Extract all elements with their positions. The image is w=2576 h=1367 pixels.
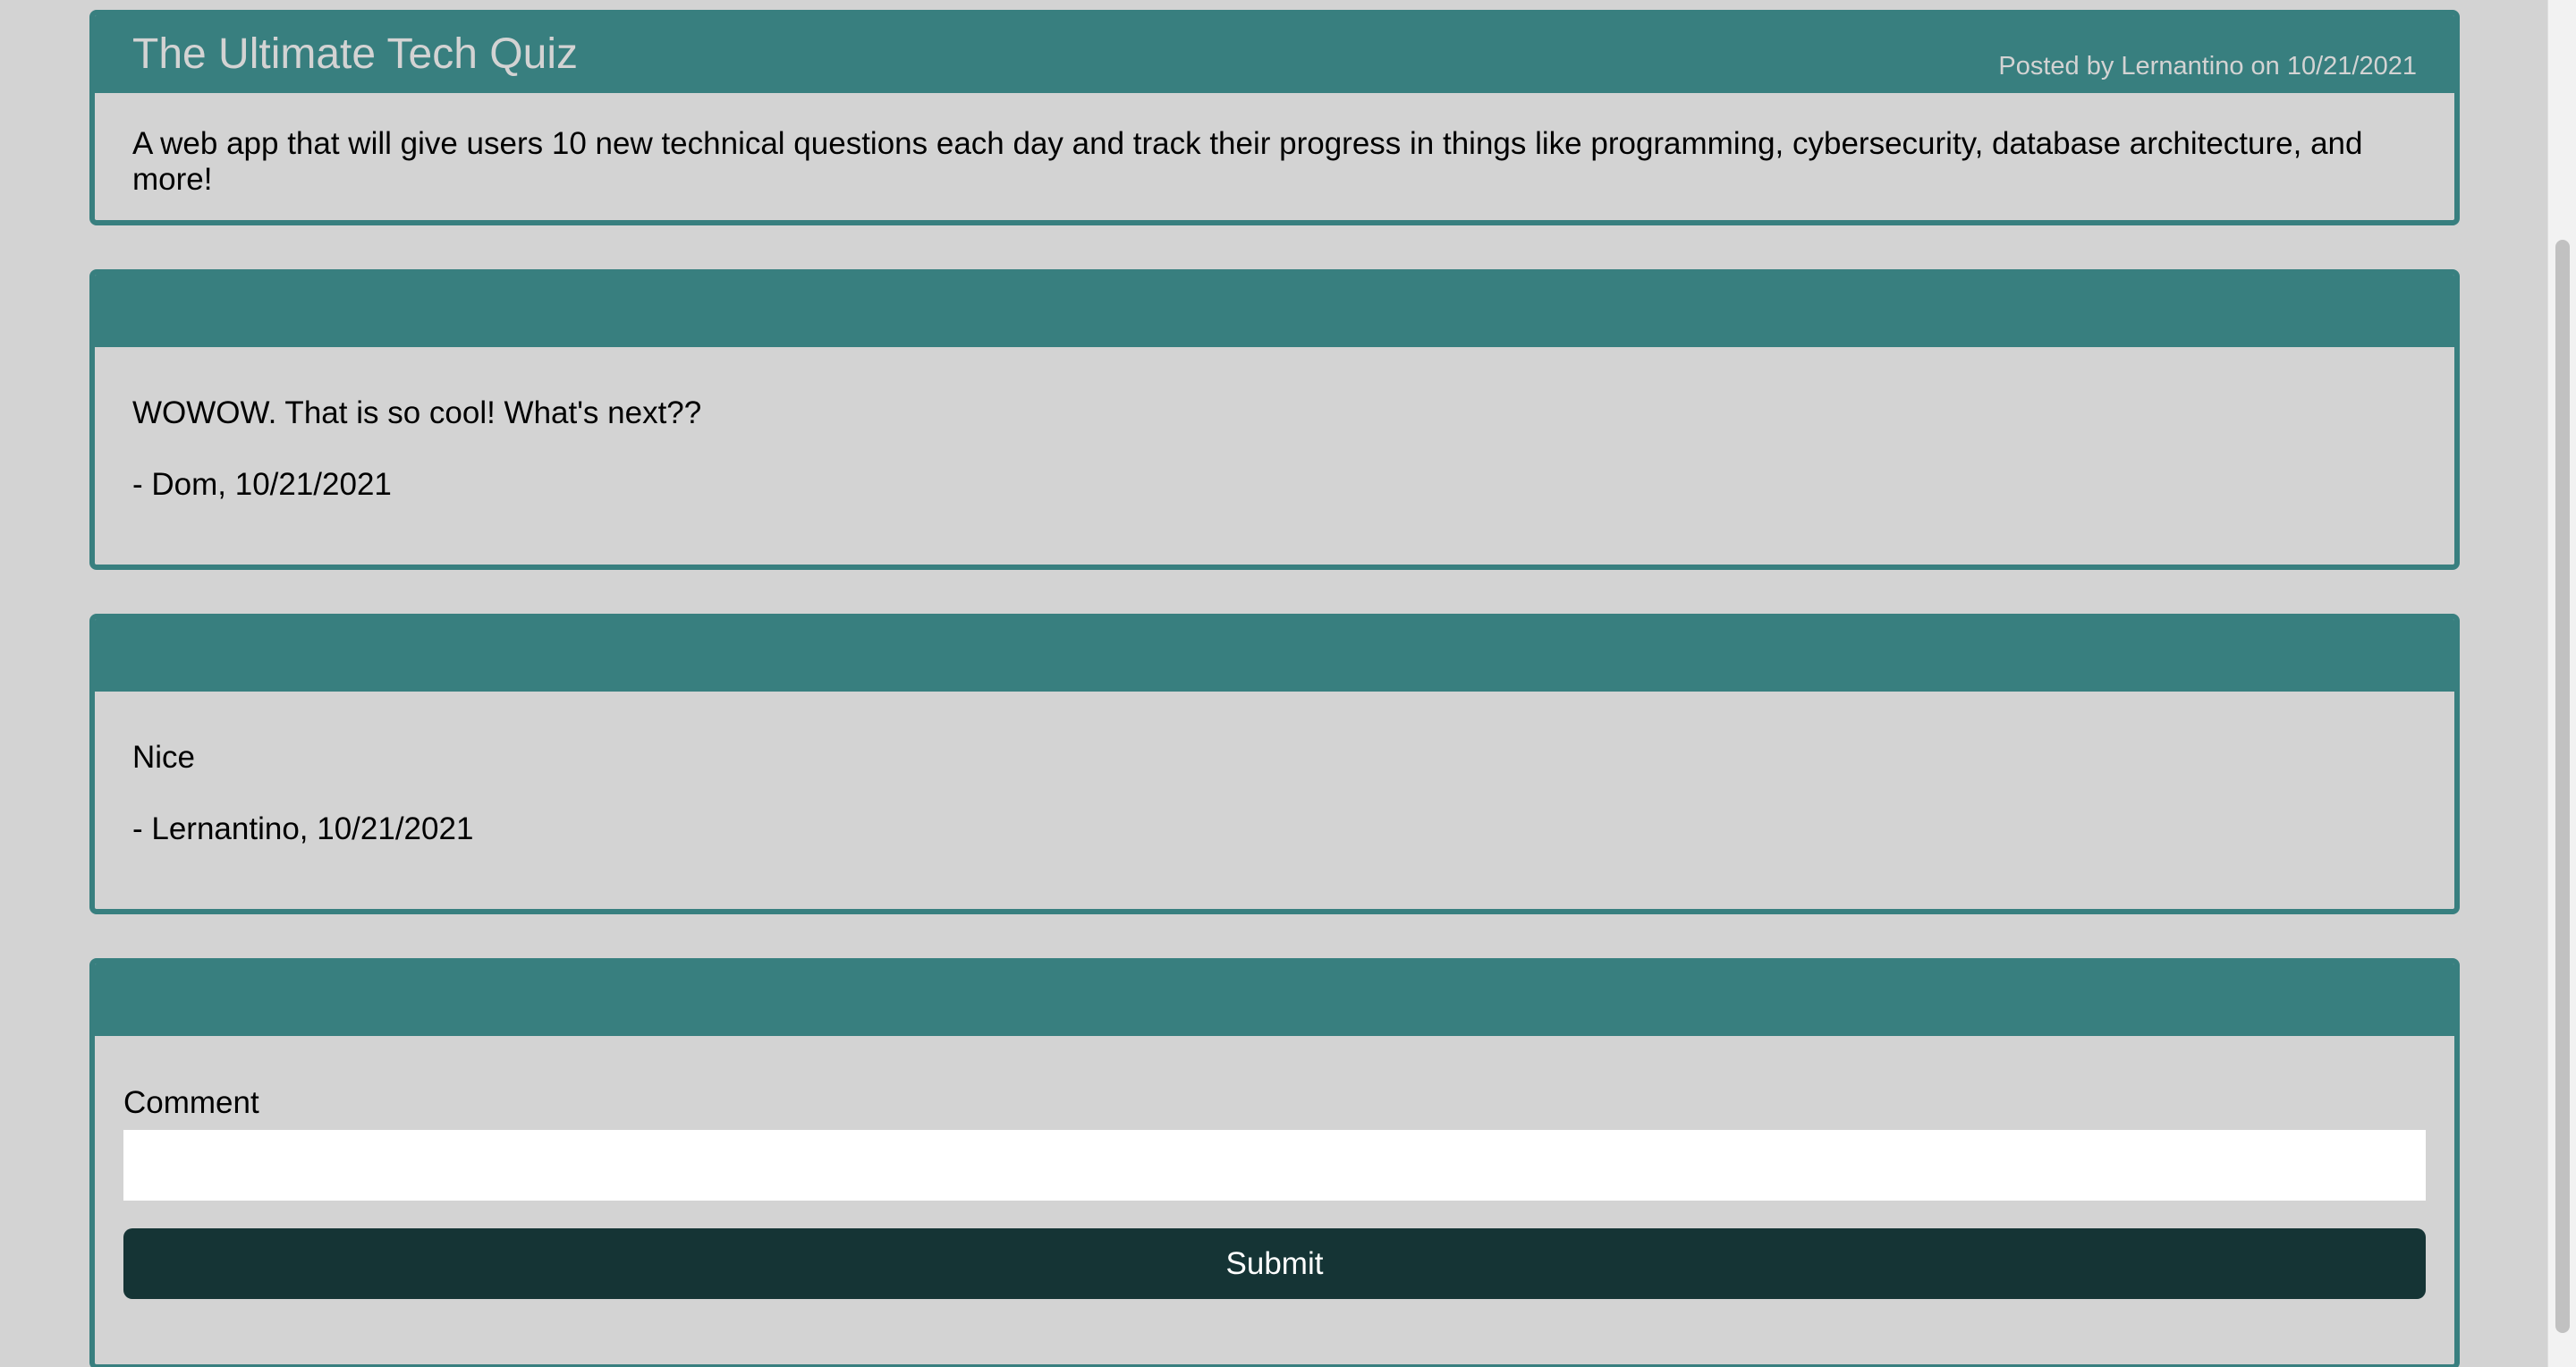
page: The Ultimate Tech Quiz Posted by Lernant… (0, 0, 2576, 1367)
post-meta: Posted by Lernantino on 10/21/2021 (1998, 52, 2417, 81)
comment-text: WOWOW. That is so cool! What's next?? (132, 395, 702, 430)
scrollbar-thumb[interactable] (2555, 240, 2570, 1333)
post-body: A web app that will give users 10 new te… (132, 126, 2363, 197)
post-title[interactable]: The Ultimate Tech Quiz (132, 30, 578, 79)
comment-body: WOWOW. That is so cool! What's next?? - … (95, 347, 2454, 503)
comment-form-card: Comment Submit (89, 958, 2460, 1367)
comment-text: Nice (132, 740, 196, 775)
comment-form: Comment Submit (95, 1036, 2454, 1299)
comment-header (95, 619, 2454, 692)
comment-attribution: - Dom, 10/21/2021 (132, 467, 392, 502)
comment-attribution: - Lernantino, 10/21/2021 (132, 811, 474, 846)
main-content: The Ultimate Tech Quiz Posted by Lernant… (89, 10, 2460, 1367)
comment-card: Nice - Lernantino, 10/21/2021 (89, 614, 2460, 914)
scrollbar[interactable] (2547, 0, 2576, 1367)
post-card: The Ultimate Tech Quiz Posted by Lernant… (89, 10, 2460, 225)
comment-label: Comment (123, 1085, 259, 1120)
post-header: The Ultimate Tech Quiz Posted by Lernant… (95, 15, 2454, 93)
submit-button[interactable]: Submit (123, 1228, 2426, 1299)
comment-form-header (95, 964, 2454, 1036)
comment-input[interactable] (123, 1130, 2426, 1201)
comment-card: WOWOW. That is so cool! What's next?? - … (89, 269, 2460, 570)
comment-body: Nice - Lernantino, 10/21/2021 (95, 692, 2454, 847)
comment-header (95, 275, 2454, 347)
